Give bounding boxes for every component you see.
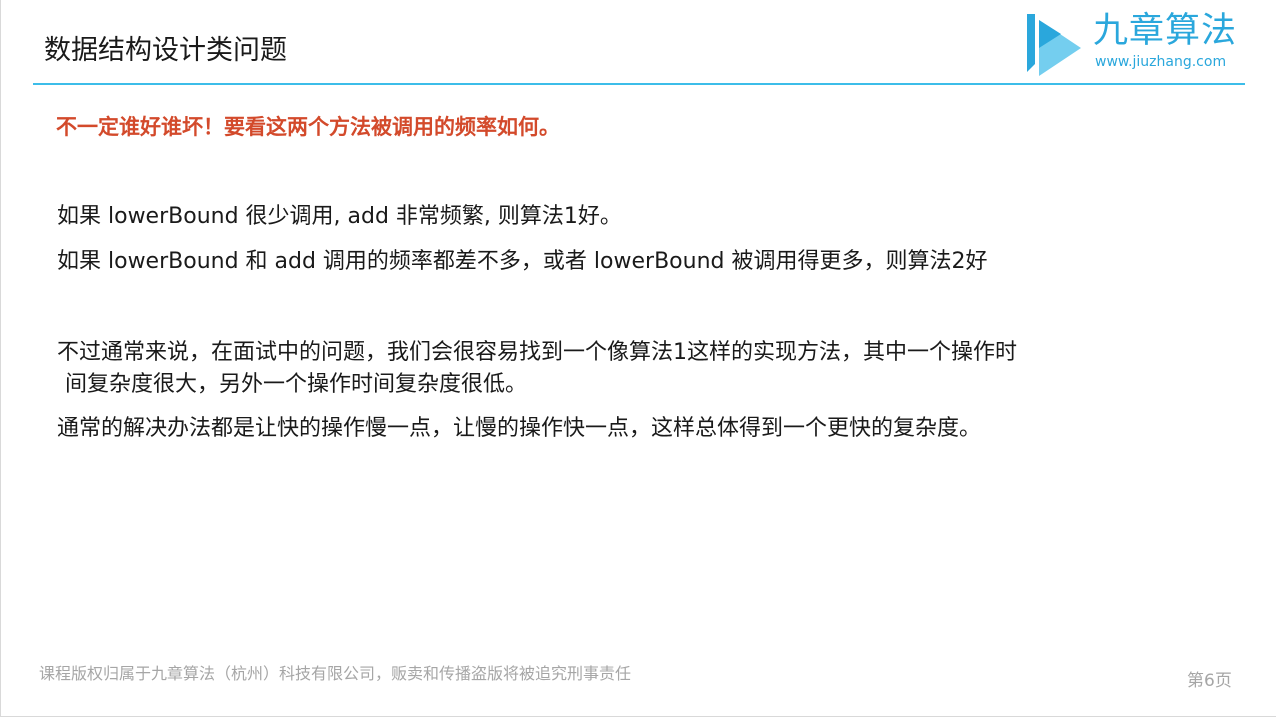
- header-divider: [33, 83, 1245, 85]
- highlight-statement: 不一定谁好谁坏！要看这两个方法被调用的频率如何。: [56, 115, 560, 139]
- paragraph-algorithm2: 如果 lowerBound 和 add 调用的频率都差不多，或者 lowerBo…: [57, 249, 988, 274]
- paragraph-interview-note: 不过通常来说，在面试中的问题，我们会很容易找到一个像算法1这样的实现方法，其中一…: [57, 340, 1018, 365]
- slide: 数据结构设计类问题 九章算法 www.jiuzhang.com 不一定谁好谁坏！…: [0, 0, 1276, 717]
- paragraph-algorithm1: 如果 lowerBound 很少调用, add 非常频繁, 则算法1好。: [57, 204, 622, 229]
- jiuzhang-logo-icon: [1027, 14, 1081, 76]
- copyright-notice: 课程版权归属于九章算法（杭州）科技有限公司，贩卖和传播盗版将被追究刑事责任: [39, 664, 632, 683]
- paragraph-solution: 通常的解决办法都是让快的操作慢一点，让慢的操作快一点，这样总体得到一个更快的复杂…: [57, 416, 982, 441]
- brand-logo: 九章算法 www.jiuzhang.com: [1021, 6, 1251, 78]
- paragraph-interview-note-continued: 间复杂度很大，另外一个操作时间复杂度很低。: [65, 372, 528, 397]
- logo-wordmark: 九章算法: [1093, 11, 1238, 51]
- page-number: 第6页: [1187, 671, 1232, 691]
- slide-title: 数据结构设计类问题: [44, 35, 287, 66]
- logo-url: www.jiuzhang.com: [1095, 54, 1227, 70]
